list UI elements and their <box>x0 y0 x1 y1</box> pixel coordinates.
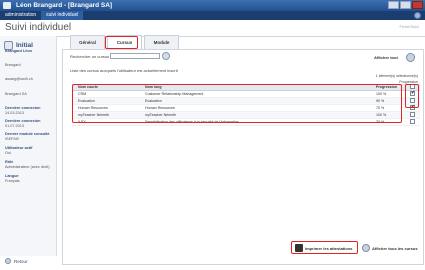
sidebar-value-last-module: ISEFM9 <box>5 137 19 141</box>
sidebar-label-last-connection: Dernière connexion <box>5 119 41 123</box>
window-title-bar: Léon Brangard - [Brangard SA] <box>0 0 425 11</box>
sidebar-label-role: Rôle <box>5 160 14 164</box>
sidebar-value-language: Français <box>5 179 20 183</box>
menu-bar: administration suivi individuel <box>0 11 425 20</box>
show-all-label[interactable]: Afficher tout <box>374 55 398 60</box>
help-link[interactable]: Fiche/Suivi <box>399 24 419 29</box>
page-title: Suivi individuel <box>5 22 72 33</box>
selected-count: 1 élément(s) sélectionné(s) <box>375 74 418 78</box>
sidebar-user-name: Brangard Léon <box>5 49 33 53</box>
sidebar-section-title: Initial <box>16 41 33 49</box>
arrow-icon <box>362 244 370 252</box>
row-checkbox[interactable] <box>410 112 415 117</box>
settings-icon[interactable] <box>414 12 421 19</box>
sidebar-user-email: assarg@swih.ch <box>5 77 33 81</box>
app-icon <box>3 2 11 9</box>
highlight-print-button <box>291 241 358 254</box>
highlight-table <box>72 84 402 123</box>
content-panel <box>62 49 424 265</box>
close-button[interactable] <box>412 1 423 9</box>
highlight-cursus-tab <box>105 36 138 49</box>
module-header: Suivi individuel Fiche/Suivi <box>0 20 425 37</box>
sidebar-user-company: Brangard SA <box>5 92 27 96</box>
menu-tab-suivi-individuel[interactable]: suivi individuel <box>41 11 84 20</box>
sidebar-label-language: Langue <box>5 174 19 178</box>
highlight-checkboxes <box>405 84 419 108</box>
show-all-cursus-label: Afficher tous les cursus <box>372 245 418 251</box>
tab-general[interactable]: Général <box>70 35 105 49</box>
row-checkbox[interactable] <box>410 119 415 124</box>
back-button[interactable]: Retour <box>5 258 28 264</box>
sidebar-label-last-module: Dernier module consulté <box>5 132 50 136</box>
list-description: Liste des cursus auxquels l'utilisateur … <box>70 68 178 73</box>
sidebar-value-role: Administrateur (avec droit) <box>5 165 50 169</box>
search-label: Rechercher un cursus <box>70 54 110 59</box>
sidebar-value-active: Oui <box>5 151 11 155</box>
search-input[interactable] <box>110 53 160 59</box>
sidebar-value-last-login: 24.03.2013 <box>5 111 25 115</box>
sidebar-label-active: Utilisateur actif <box>5 146 33 150</box>
window-title: Léon Brangard - [Brangard SA] <box>16 2 113 9</box>
show-all-icon[interactable] <box>406 53 415 62</box>
show-all-cursus-button[interactable]: Afficher tous les cursus <box>362 244 418 252</box>
back-label: Retour <box>14 258 28 264</box>
back-arrow-icon <box>5 258 11 264</box>
sidebar-value-last-connection: 01.07.2013 <box>5 124 25 128</box>
window-controls <box>388 1 423 9</box>
sidebar-user-lastname: Brangard <box>5 63 21 67</box>
minimize-button[interactable] <box>388 1 399 9</box>
search-icon[interactable] <box>162 52 170 60</box>
tab-module[interactable]: Module <box>144 35 179 49</box>
menu-tab-administration[interactable]: administration <box>0 11 41 20</box>
sidebar-label-last-login: Dernière connexion <box>5 106 41 110</box>
maximize-button[interactable] <box>400 1 411 9</box>
